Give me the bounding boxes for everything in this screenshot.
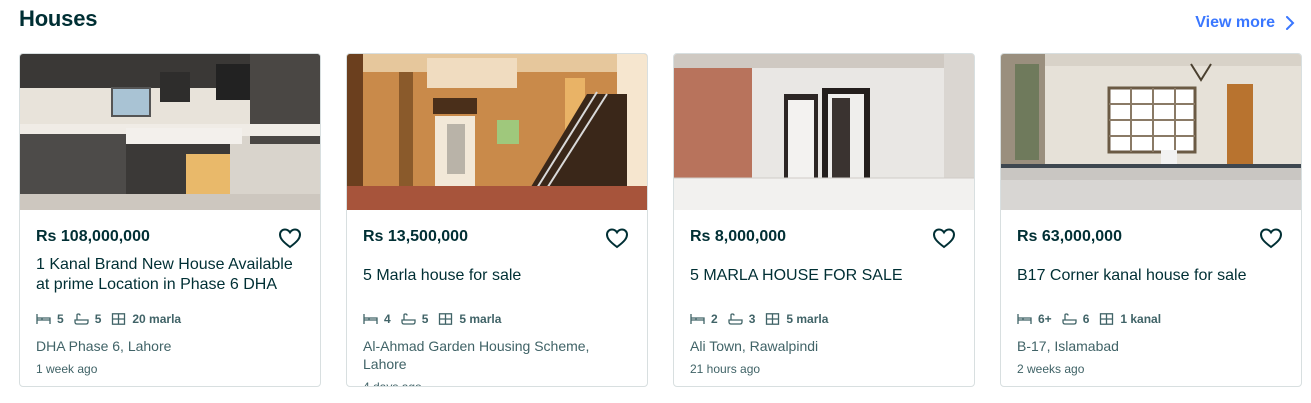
bath-icon bbox=[401, 313, 416, 325]
listing-price: Rs 63,000,000 bbox=[1017, 228, 1122, 245]
beds-spec: 4 bbox=[363, 312, 391, 326]
beds-count: 6+ bbox=[1038, 312, 1052, 326]
area-value: 5 marla bbox=[786, 312, 829, 326]
heart-icon[interactable] bbox=[1259, 227, 1283, 251]
listing-time: 1 week ago bbox=[36, 362, 98, 376]
bath-icon bbox=[1062, 313, 1077, 325]
bed-icon bbox=[36, 314, 51, 324]
baths-spec: 3 bbox=[728, 312, 756, 326]
heart-icon[interactable] bbox=[278, 227, 302, 251]
view-more-link[interactable]: View more bbox=[1195, 14, 1297, 32]
listing-location: DHA Phase 6, Lahore bbox=[36, 338, 172, 354]
baths-spec: 6 bbox=[1062, 312, 1090, 326]
beds-count: 5 bbox=[57, 312, 64, 326]
listing-cards: Rs 108,000,000 1 Kanal Brand New House A… bbox=[19, 53, 1302, 387]
listing-time: 21 hours ago bbox=[690, 362, 761, 376]
area-spec: 1 kanal bbox=[1099, 312, 1161, 326]
area-icon bbox=[112, 313, 126, 325]
baths-count: 3 bbox=[748, 312, 756, 326]
area-icon bbox=[766, 313, 780, 325]
listing-title[interactable]: 5 MARLA HOUSE FOR SALE bbox=[690, 255, 958, 297]
listing-title[interactable]: B17 Corner kanal house for sale bbox=[1017, 255, 1285, 297]
bath-icon bbox=[728, 313, 743, 325]
bath-icon bbox=[74, 313, 89, 325]
area-value: 20 marla bbox=[132, 312, 182, 326]
listing-time: 2 weeks ago bbox=[1017, 362, 1085, 376]
area-value: 5 marla bbox=[459, 312, 502, 326]
area-value: 1 kanal bbox=[1120, 312, 1162, 326]
listing-card[interactable]: Rs 13,500,000 5 Marla house for sale 4 5… bbox=[346, 53, 648, 387]
area-spec: 20 marla bbox=[111, 312, 181, 326]
listing-specs: 6+ 6 1 kanal bbox=[1017, 311, 1285, 327]
bed-icon bbox=[690, 314, 705, 324]
beds-count: 4 bbox=[384, 312, 391, 326]
listing-price: Rs 13,500,000 bbox=[363, 228, 468, 245]
area-spec: 5 marla bbox=[438, 312, 501, 326]
listing-image-room[interactable] bbox=[674, 54, 974, 210]
listing-price: Rs 108,000,000 bbox=[36, 228, 150, 245]
listing-location: Al-Ahmad Garden Housing Scheme, Lahore bbox=[363, 338, 590, 372]
view-more-label: View more bbox=[1195, 14, 1275, 31]
heart-icon[interactable] bbox=[932, 227, 956, 251]
listing-card[interactable]: Rs 108,000,000 1 Kanal Brand New House A… bbox=[19, 53, 321, 387]
section-title: Houses bbox=[19, 6, 98, 31]
listing-title[interactable]: 5 Marla house for sale bbox=[363, 255, 631, 297]
listing-specs: 4 5 5 marla bbox=[363, 311, 631, 327]
listing-image-staircase[interactable] bbox=[347, 54, 647, 210]
baths-count: 6 bbox=[1082, 312, 1090, 326]
listing-image-kitchen[interactable] bbox=[20, 54, 320, 210]
listing-time: 4 days ago bbox=[363, 380, 422, 387]
bed-icon bbox=[1017, 314, 1032, 324]
chevron-right-icon bbox=[1286, 16, 1295, 30]
area-icon bbox=[1100, 313, 1114, 325]
bed-icon bbox=[363, 314, 378, 324]
beds-spec: 6+ bbox=[1017, 312, 1052, 326]
listing-specs: 2 3 5 marla bbox=[690, 311, 958, 327]
beds-spec: 2 bbox=[690, 312, 718, 326]
area-icon bbox=[439, 313, 453, 325]
heart-icon[interactable] bbox=[605, 227, 629, 251]
area-spec: 5 marla bbox=[765, 312, 828, 326]
baths-count: 5 bbox=[421, 312, 429, 326]
baths-spec: 5 bbox=[74, 312, 102, 326]
listing-card[interactable]: Rs 63,000,000 B17 Corner kanal house for… bbox=[1000, 53, 1302, 387]
baths-count: 5 bbox=[94, 312, 102, 326]
listing-price: Rs 8,000,000 bbox=[690, 228, 787, 245]
listing-location: Ali Town, Rawalpindi bbox=[690, 338, 819, 354]
baths-spec: 5 bbox=[401, 312, 429, 326]
listing-title[interactable]: 1 Kanal Brand New House Available at pri… bbox=[36, 255, 304, 297]
beds-spec: 5 bbox=[36, 312, 64, 326]
listing-specs: 5 5 20 marla bbox=[36, 311, 304, 327]
beds-count: 2 bbox=[711, 312, 718, 326]
listing-card[interactable]: Rs 8,000,000 5 MARLA HOUSE FOR SALE 2 3 … bbox=[673, 53, 975, 387]
listing-location: B-17, Islamabad bbox=[1017, 338, 1119, 354]
listing-image-porch[interactable] bbox=[1001, 54, 1301, 210]
